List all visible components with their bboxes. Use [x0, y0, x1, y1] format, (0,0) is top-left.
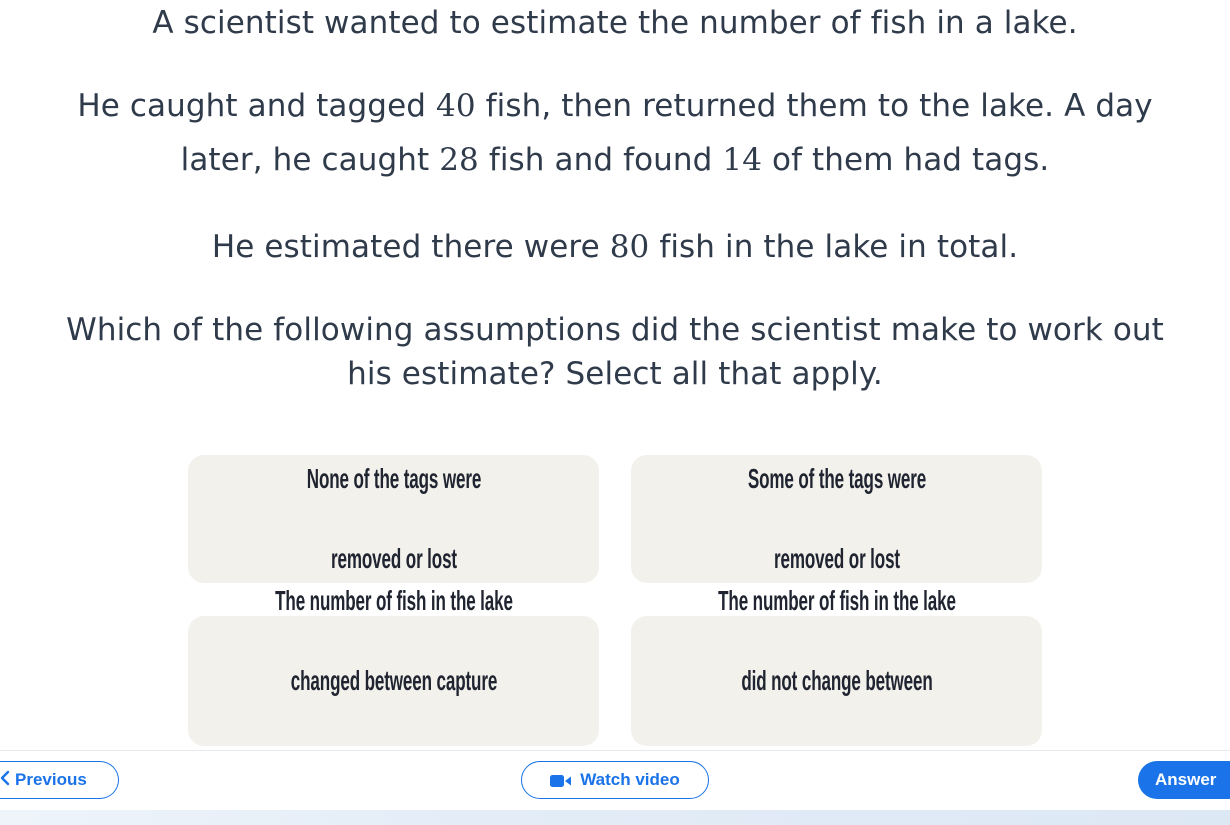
question-line-6: his estimate? Select all that apply. [347, 356, 883, 392]
option-none-tags-lost[interactable]: None of the tags were removed or lost [188, 455, 599, 583]
chevron-left-icon [0, 770, 10, 790]
option-label: Some of the tags were removed or lost [747, 463, 926, 574]
question-line-2: He caught and tagged 40 fish, then retur… [77, 88, 1153, 124]
footer-navigation: Previous Watch video Answer [0, 750, 1230, 811]
option-fish-number-unchanged[interactable]: The number of fish in the lake did not ch… [631, 585, 1042, 776]
option-fish-number-changed[interactable]: The number of fish in the lake changed be… [188, 585, 599, 776]
answer-button[interactable]: Answer [1138, 761, 1230, 799]
question-line-1: A scientist wanted to estimate the numbe… [152, 5, 1078, 41]
option-label: None of the tags were removed or lost [306, 463, 481, 574]
answer-label: Answer [1155, 770, 1217, 789]
question-line-4: He estimated there were 80 fish in the l… [211, 229, 1019, 265]
footer-band [0, 810, 1230, 825]
previous-label: Previous [15, 770, 87, 789]
watch-video-button[interactable]: Watch video [521, 761, 709, 799]
question-line-5: Which of the following assumptions did t… [66, 312, 1164, 348]
option-some-tags-lost[interactable]: Some of the tags were removed or lost [631, 455, 1042, 583]
watch-video-label: Watch video [580, 770, 680, 789]
video-camera-icon [550, 773, 572, 787]
question-line-3: later, he caught 28 fish and found 14 of… [180, 142, 1050, 178]
previous-button[interactable]: Previous [0, 761, 119, 799]
